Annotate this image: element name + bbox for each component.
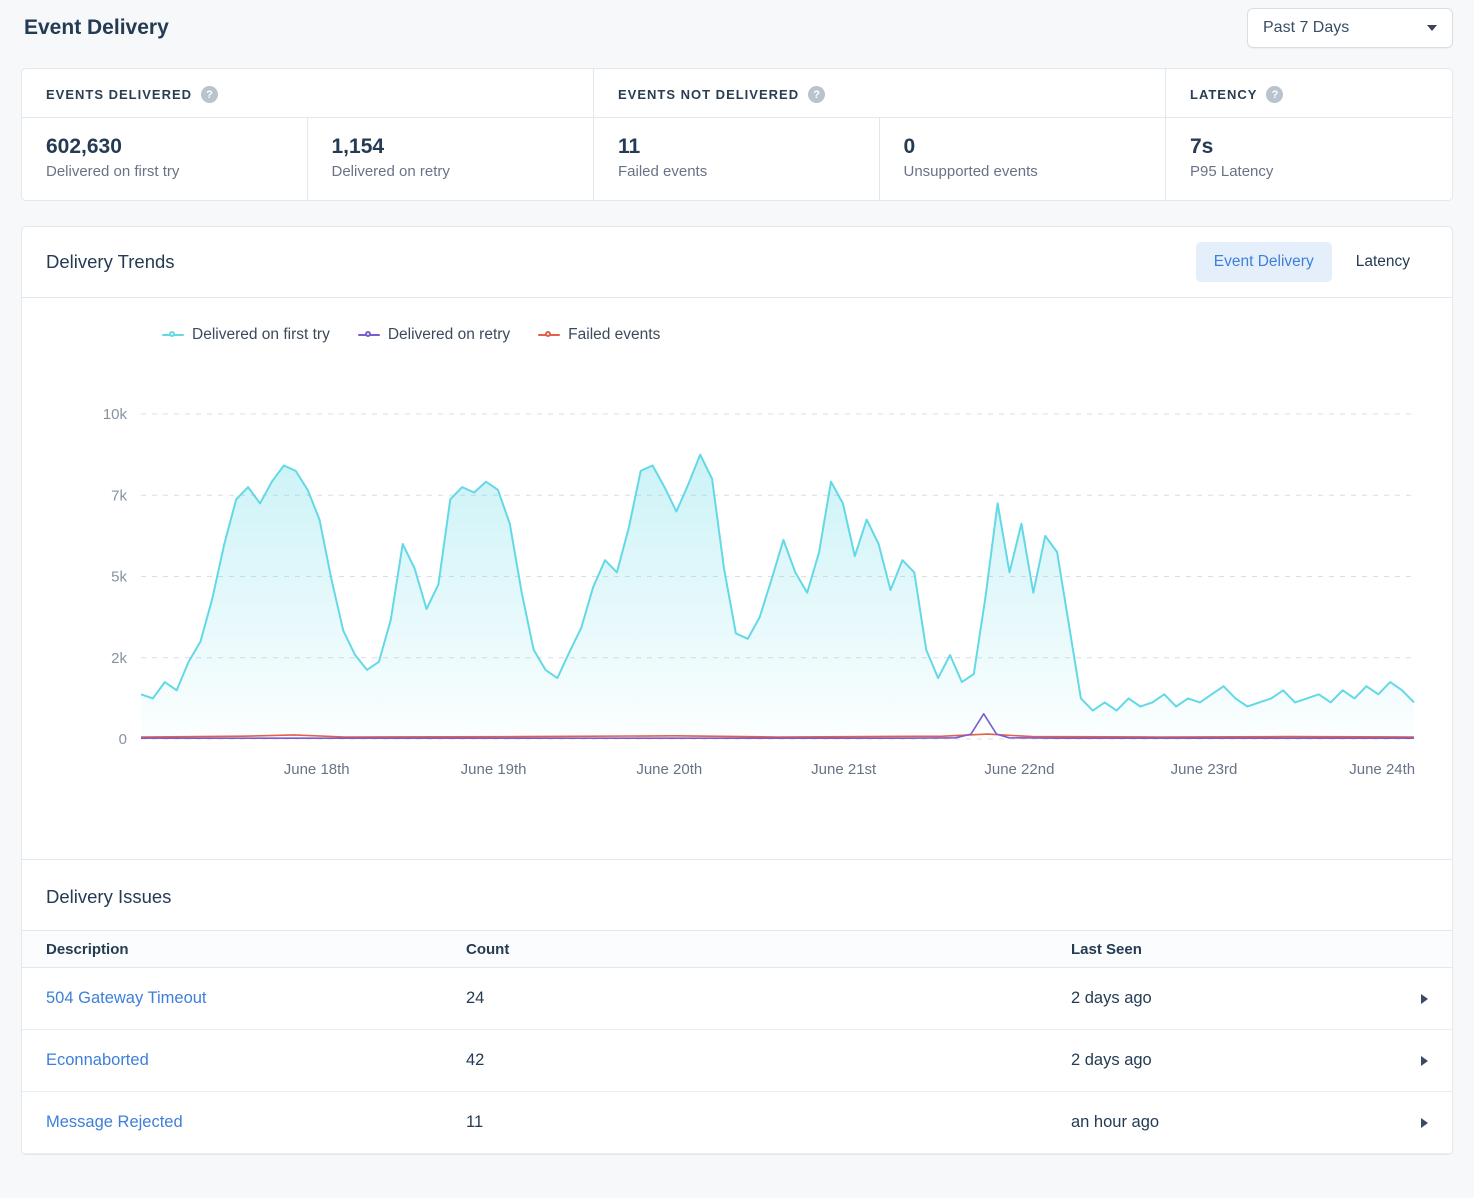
column-header-description: Description	[46, 941, 466, 958]
legend-item-first-try: Delivered on first try	[162, 326, 330, 344]
stat-label: Failed events	[618, 163, 855, 180]
x-tick-label: June 21st	[811, 761, 877, 778]
stat-label: Delivered on retry	[332, 163, 570, 180]
stat-values: 11 Failed events 0 Unsupported events	[594, 118, 1165, 200]
y-tick-label: 5k	[111, 569, 127, 586]
column-header-count: Count	[466, 941, 1071, 958]
x-tick-label: June 18th	[284, 761, 350, 778]
page-title: Event Delivery	[24, 16, 169, 40]
x-tick-label: June 19th	[461, 761, 527, 778]
stat-header-latency: LATENCY ?	[1166, 69, 1452, 118]
date-range-value: Past 7 Days	[1263, 19, 1349, 37]
stat-values: 602,630 Delivered on first try 1,154 Del…	[22, 118, 593, 200]
y-tick-label: 2k	[111, 650, 127, 667]
y-tick-label: 7k	[111, 487, 127, 504]
stat-item-retry: 1,154 Delivered on retry	[308, 118, 594, 200]
trends-svg: 0 2k 5k 7k 10k June 18th June 19th June 20th Jun…	[22, 356, 1438, 791]
help-icon[interactable]: ?	[1266, 86, 1283, 103]
stat-value: 11	[618, 135, 855, 159]
table-row[interactable]: Message Rejected 11 an hour ago	[22, 1092, 1452, 1154]
legend-label: Delivered on first try	[192, 326, 330, 344]
legend-line-dot-icon	[162, 330, 184, 340]
stat-values: 7s P95 Latency	[1166, 118, 1452, 200]
issue-count: 24	[466, 989, 1071, 1008]
delivery-trends-title: Delivery Trends	[46, 251, 175, 273]
topbar: Event Delivery Past 7 Days	[21, 8, 1453, 48]
chart-section: Delivered on first try Delivered on retr…	[22, 298, 1452, 859]
issue-link[interactable]: Econnaborted	[46, 1051, 149, 1069]
issue-link[interactable]: 504 Gateway Timeout	[46, 989, 207, 1007]
event-delivery-page: Event Delivery Past 7 Days EVENTS DELIVE…	[0, 0, 1474, 1155]
table-row[interactable]: Econnaborted 42 2 days ago	[22, 1030, 1452, 1092]
stat-item-failed: 11 Failed events	[594, 118, 880, 200]
stat-header-label: EVENTS DELIVERED	[46, 87, 192, 102]
chevron-down-icon	[1427, 25, 1437, 31]
x-tick-label: June 23rd	[1171, 761, 1238, 778]
legend-label: Failed events	[568, 326, 660, 344]
delivery-trends-card: Delivery Trends Event Delivery Latency D…	[21, 226, 1453, 1155]
y-tick-label: 0	[119, 731, 127, 748]
stats-card: EVENTS DELIVERED ? 602,630 Delivered on …	[21, 68, 1453, 201]
stat-value: 602,630	[46, 135, 283, 159]
stat-item-first-try: 602,630 Delivered on first try	[22, 118, 308, 200]
delivery-trends-header: Delivery Trends Event Delivery Latency	[22, 227, 1452, 298]
issue-last-seen: an hour ago	[1071, 1113, 1358, 1132]
stat-value: 7s	[1190, 135, 1428, 159]
legend-item-retry: Delivered on retry	[358, 326, 510, 344]
chevron-right-icon[interactable]	[1421, 1056, 1428, 1066]
legend-label: Delivered on retry	[388, 326, 510, 344]
trends-tabs: Event Delivery Latency	[1196, 242, 1428, 282]
stat-label: Delivered on first try	[46, 163, 283, 180]
delivery-issues-table: Description Count Last Seen 504 Gateway …	[22, 930, 1452, 1154]
stat-item-unsupported: 0 Unsupported events	[880, 118, 1166, 200]
help-icon[interactable]: ?	[808, 86, 825, 103]
issue-link[interactable]: Message Rejected	[46, 1113, 183, 1131]
issue-last-seen: 2 days ago	[1071, 1051, 1358, 1070]
x-tick-label: June 20th	[636, 761, 702, 778]
legend-line-dot-icon	[538, 330, 560, 340]
stat-header-events-not-delivered: EVENTS NOT DELIVERED ?	[594, 69, 1165, 118]
date-range-dropdown[interactable]: Past 7 Days	[1247, 8, 1453, 48]
delivery-trends-chart: 0 2k 5k 7k 10k June 18th June 19th June 20th Jun…	[22, 356, 1452, 791]
delivery-issues-title: Delivery Issues	[22, 860, 1452, 930]
table-header-row: Description Count Last Seen	[22, 930, 1452, 968]
help-icon[interactable]: ?	[201, 86, 218, 103]
chart-legend: Delivered on first try Delivered on retr…	[162, 326, 1452, 344]
issue-last-seen: 2 days ago	[1071, 989, 1358, 1008]
stat-label: P95 Latency	[1190, 163, 1428, 180]
stat-header-events-delivered: EVENTS DELIVERED ?	[22, 69, 593, 118]
stat-header-label: LATENCY	[1190, 87, 1257, 102]
legend-item-failed: Failed events	[538, 326, 660, 344]
column-header-last-seen: Last Seen	[1071, 941, 1358, 958]
stat-value: 1,154	[332, 135, 570, 159]
table-row[interactable]: 504 Gateway Timeout 24 2 days ago	[22, 968, 1452, 1030]
stat-item-p95-latency: 7s P95 Latency	[1166, 118, 1452, 200]
stat-section-latency: LATENCY ? 7s P95 Latency	[1166, 69, 1452, 200]
stat-value: 0	[904, 135, 1142, 159]
chevron-right-icon[interactable]	[1421, 1118, 1428, 1128]
stat-section-events-not-delivered: EVENTS NOT DELIVERED ? 11 Failed events …	[594, 69, 1166, 200]
chevron-right-icon[interactable]	[1421, 994, 1428, 1004]
issue-count: 42	[466, 1051, 1071, 1070]
first-try-area	[141, 455, 1414, 739]
tab-latency[interactable]: Latency	[1338, 242, 1428, 282]
x-tick-label: June 24th	[1349, 761, 1415, 778]
delivery-issues-section: Delivery Issues Description Count Last S…	[22, 859, 1452, 1154]
stat-header-label: EVENTS NOT DELIVERED	[618, 87, 799, 102]
x-tick-label: June 22nd	[984, 761, 1054, 778]
y-tick-label: 10k	[103, 406, 128, 423]
tab-event-delivery[interactable]: Event Delivery	[1196, 242, 1332, 282]
legend-line-dot-icon	[358, 330, 380, 340]
issue-count: 11	[466, 1113, 1071, 1132]
stat-label: Unsupported events	[904, 163, 1142, 180]
stat-section-events-delivered: EVENTS DELIVERED ? 602,630 Delivered on …	[22, 69, 594, 200]
